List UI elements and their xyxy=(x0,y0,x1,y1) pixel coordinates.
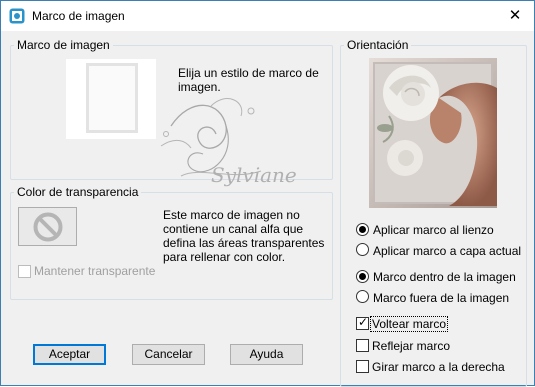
apply-layer-label: Aplicar marco a capa actual xyxy=(373,244,522,258)
no-entry-icon xyxy=(33,212,63,242)
checkmark-icon: ✓ xyxy=(358,315,369,329)
ok-button[interactable]: Aceptar xyxy=(33,344,106,365)
transparency-color-swatch[interactable] xyxy=(18,207,77,246)
mirror-frame-checkbox[interactable] xyxy=(356,339,369,352)
help-button[interactable]: Ayuda xyxy=(230,344,303,365)
rotate-right-checkbox[interactable] xyxy=(356,360,369,373)
apply-canvas-label: Aplicar marco al lienzo xyxy=(373,223,494,237)
orientation-preview-image xyxy=(369,58,497,208)
keep-transparent-checkbox[interactable] xyxy=(18,265,31,278)
frame-group-legend: Marco de imagen xyxy=(17,38,110,52)
transparency-message: Este marco de imagen no contiene un cana… xyxy=(163,208,325,264)
cancel-button[interactable]: Cancelar xyxy=(132,344,205,365)
keep-transparent-label: Mantener transparente xyxy=(34,264,156,278)
transparency-group-legend: Color de transparencia xyxy=(17,185,139,199)
close-icon[interactable]: ✕ xyxy=(504,5,526,27)
frame-outside-label: Marco fuera de la imagen xyxy=(373,291,510,305)
apply-layer-radio[interactable] xyxy=(356,243,369,256)
title-bar: Marco de imagen ✕ xyxy=(1,1,534,31)
frame-app-icon xyxy=(9,8,25,24)
window-title: Marco de imagen xyxy=(32,9,125,23)
orientation-group-legend: Orientación xyxy=(347,38,409,52)
frame-style-thumbnail[interactable] xyxy=(86,63,138,133)
flip-frame-label: Voltear marco xyxy=(369,316,449,332)
frame-inside-label: Marco dentro de la imagen xyxy=(373,270,516,284)
apply-canvas-radio[interactable] xyxy=(356,223,369,236)
flip-frame-checkbox[interactable]: ✓ xyxy=(356,315,369,330)
rotate-right-label: Girar marco a la derecha xyxy=(372,360,505,374)
frame-inside-radio[interactable] xyxy=(356,270,369,283)
radio-dot xyxy=(359,226,366,233)
frame-outside-radio[interactable] xyxy=(356,290,369,303)
mirror-frame-label: Reflejar marco xyxy=(372,339,451,353)
dialog-window: Marco de imagen ✕ Marco de imagen Elija … xyxy=(0,0,535,387)
watermark-text: Sylviane xyxy=(211,163,297,187)
radio-dot xyxy=(359,273,366,280)
